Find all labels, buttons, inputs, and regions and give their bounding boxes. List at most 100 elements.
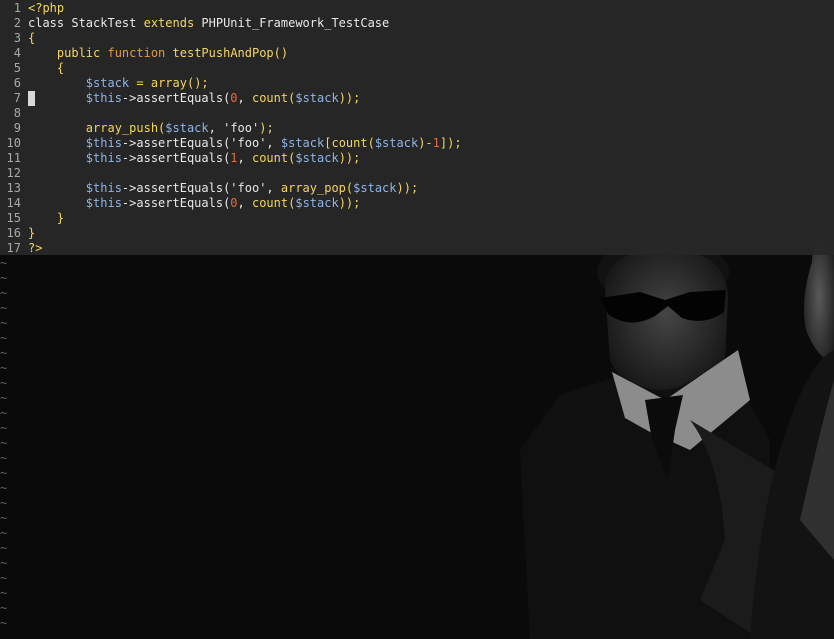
empty-line-tilde: ~ bbox=[0, 346, 8, 360]
code-line[interactable]: 7 $this->assertEquals(0, count($stack)); bbox=[0, 91, 834, 106]
code-line[interactable]: 15 } bbox=[0, 211, 834, 226]
empty-line-tilde: ~ bbox=[0, 451, 8, 465]
code-line[interactable]: 16} bbox=[0, 226, 834, 241]
line-number: 14 bbox=[6, 196, 21, 210]
line-number: 7 bbox=[13, 91, 21, 105]
code-token: $stack bbox=[295, 196, 339, 210]
code-token: <?php bbox=[28, 1, 65, 15]
code-token: $stack bbox=[353, 181, 397, 195]
code-token: count bbox=[251, 151, 289, 165]
code-line[interactable]: 11 $this->assertEquals(1, count($stack))… bbox=[0, 151, 834, 166]
code-token: ->assertEquals( bbox=[121, 151, 231, 165]
empty-line-tilde: ~ bbox=[0, 301, 8, 315]
line-content: $this->assertEquals(1, count($stack)); bbox=[28, 151, 361, 166]
line-content: { bbox=[28, 61, 64, 76]
empty-line-tilde: ~ bbox=[0, 406, 8, 420]
code-token: = bbox=[129, 76, 151, 90]
code-line[interactable]: 17 ?> bbox=[0, 241, 834, 256]
code-token: StackTest bbox=[71, 16, 144, 30]
code-token: 'foo' bbox=[230, 136, 267, 150]
code-token: ->assertEquals( bbox=[121, 196, 231, 210]
line-number: 4 bbox=[13, 46, 21, 60]
code-token: class bbox=[28, 16, 72, 30]
line-number: 1 bbox=[13, 1, 21, 15]
empty-line-tilde: ~ bbox=[0, 331, 8, 345]
code-token: $this bbox=[28, 181, 122, 195]
code-token: function bbox=[107, 46, 173, 60]
code-token: (); bbox=[186, 76, 209, 90]
code-token: array bbox=[150, 76, 187, 90]
code-token: )); bbox=[396, 181, 419, 195]
code-token: $this bbox=[28, 91, 122, 105]
line-content: $this->assertEquals(0, count($stack)); bbox=[28, 91, 361, 106]
code-token: 1 bbox=[432, 136, 440, 150]
code-token: $stack bbox=[280, 136, 325, 150]
empty-line-tilde: ~ bbox=[0, 556, 8, 570]
line-number: 9 bbox=[13, 121, 21, 135]
code-token: ->assertEquals( bbox=[121, 91, 231, 105]
empty-line-tilde: ~ bbox=[0, 616, 8, 630]
code-token: ->assertEquals( bbox=[121, 181, 231, 195]
code-token: 0 bbox=[230, 91, 238, 105]
line-content: $stack = array(); bbox=[28, 76, 209, 91]
empty-line-tilde: ~ bbox=[0, 436, 8, 450]
line-content: public function testPushAndPop() bbox=[28, 46, 288, 61]
code-token: $stack bbox=[374, 136, 419, 150]
empty-line-tilde: ~ bbox=[0, 496, 8, 510]
code-line[interactable]: 1 <?php bbox=[0, 1, 834, 16]
code-line[interactable]: 13 $this->assertEquals('foo', array_pop(… bbox=[0, 181, 834, 196]
code-line[interactable]: 12 bbox=[0, 166, 834, 181]
code-token: )); bbox=[338, 151, 361, 165]
code-line[interactable]: 4 public function testPushAndPop() bbox=[0, 46, 834, 61]
code-token: ]); bbox=[439, 136, 462, 150]
code-token: 0 bbox=[230, 196, 238, 210]
line-content: $this->assertEquals('foo', array_pop($st… bbox=[28, 181, 418, 196]
code-token: )- bbox=[418, 136, 433, 150]
code-token: , bbox=[237, 196, 252, 210]
code-token: public bbox=[28, 46, 108, 60]
line-content: { bbox=[28, 31, 35, 46]
code-token: $this bbox=[28, 196, 122, 210]
code-line[interactable]: 8 bbox=[0, 106, 834, 121]
code-line[interactable]: 3{ bbox=[0, 31, 834, 46]
code-token: ->assertEquals( bbox=[121, 136, 231, 150]
line-number: 15 bbox=[6, 211, 21, 225]
code-token: , bbox=[266, 136, 281, 150]
code-buffer[interactable]: 1 <?php 2 class StackTest extends PHPUnit_F… bbox=[0, 0, 834, 255]
line-content: } bbox=[28, 211, 64, 226]
empty-line-tilde: ~ bbox=[0, 571, 8, 585]
line-number: 6 bbox=[13, 76, 21, 90]
line-content: array_push($stack, 'foo'); bbox=[28, 121, 274, 136]
code-token: , bbox=[237, 91, 252, 105]
code-token: , bbox=[266, 181, 281, 195]
empty-line-tilde: ~ bbox=[0, 586, 8, 600]
empty-line-tilde: ~ bbox=[0, 541, 8, 555]
line-content: class StackTest extends PHPUnit_Framewor… bbox=[28, 16, 389, 31]
empty-line-tilde: ~ bbox=[0, 316, 8, 330]
empty-line-tilde: ~ bbox=[0, 376, 8, 390]
code-token: 'foo' bbox=[230, 181, 267, 195]
code-token: , bbox=[237, 151, 252, 165]
code-line[interactable]: 2 class StackTest extends PHPUnit_Framewo… bbox=[0, 16, 834, 31]
line-number: 17 bbox=[6, 241, 21, 255]
code-line[interactable]: 5 { bbox=[0, 61, 834, 76]
line-number: 8 bbox=[13, 106, 21, 120]
code-line[interactable]: 6 $stack = array(); bbox=[0, 76, 834, 91]
code-line[interactable]: 14 $this->assertEquals(0, count($stack))… bbox=[0, 196, 834, 211]
code-token: testPushAndPop bbox=[172, 46, 274, 60]
empty-line-tilde: ~ bbox=[0, 526, 8, 540]
code-token: $stack bbox=[295, 91, 339, 105]
line-number: 13 bbox=[6, 181, 21, 195]
code-line[interactable]: 10 $this->assertEquals('foo', $stack[cou… bbox=[0, 136, 834, 151]
line-number: 10 bbox=[6, 136, 21, 150]
line-content: ?> bbox=[28, 241, 42, 256]
empty-line-tilde: ~ bbox=[0, 481, 8, 495]
code-token: ( bbox=[367, 136, 375, 150]
line-content: $this->assertEquals(0, count($stack)); bbox=[28, 196, 361, 211]
code-token: } bbox=[28, 226, 36, 240]
code-token: { bbox=[28, 31, 36, 45]
code-token: $stack bbox=[165, 121, 209, 135]
code-line[interactable]: 9 array_push($stack, 'foo'); bbox=[0, 121, 834, 136]
code-token: } bbox=[28, 211, 65, 225]
line-number: 5 bbox=[13, 61, 21, 75]
